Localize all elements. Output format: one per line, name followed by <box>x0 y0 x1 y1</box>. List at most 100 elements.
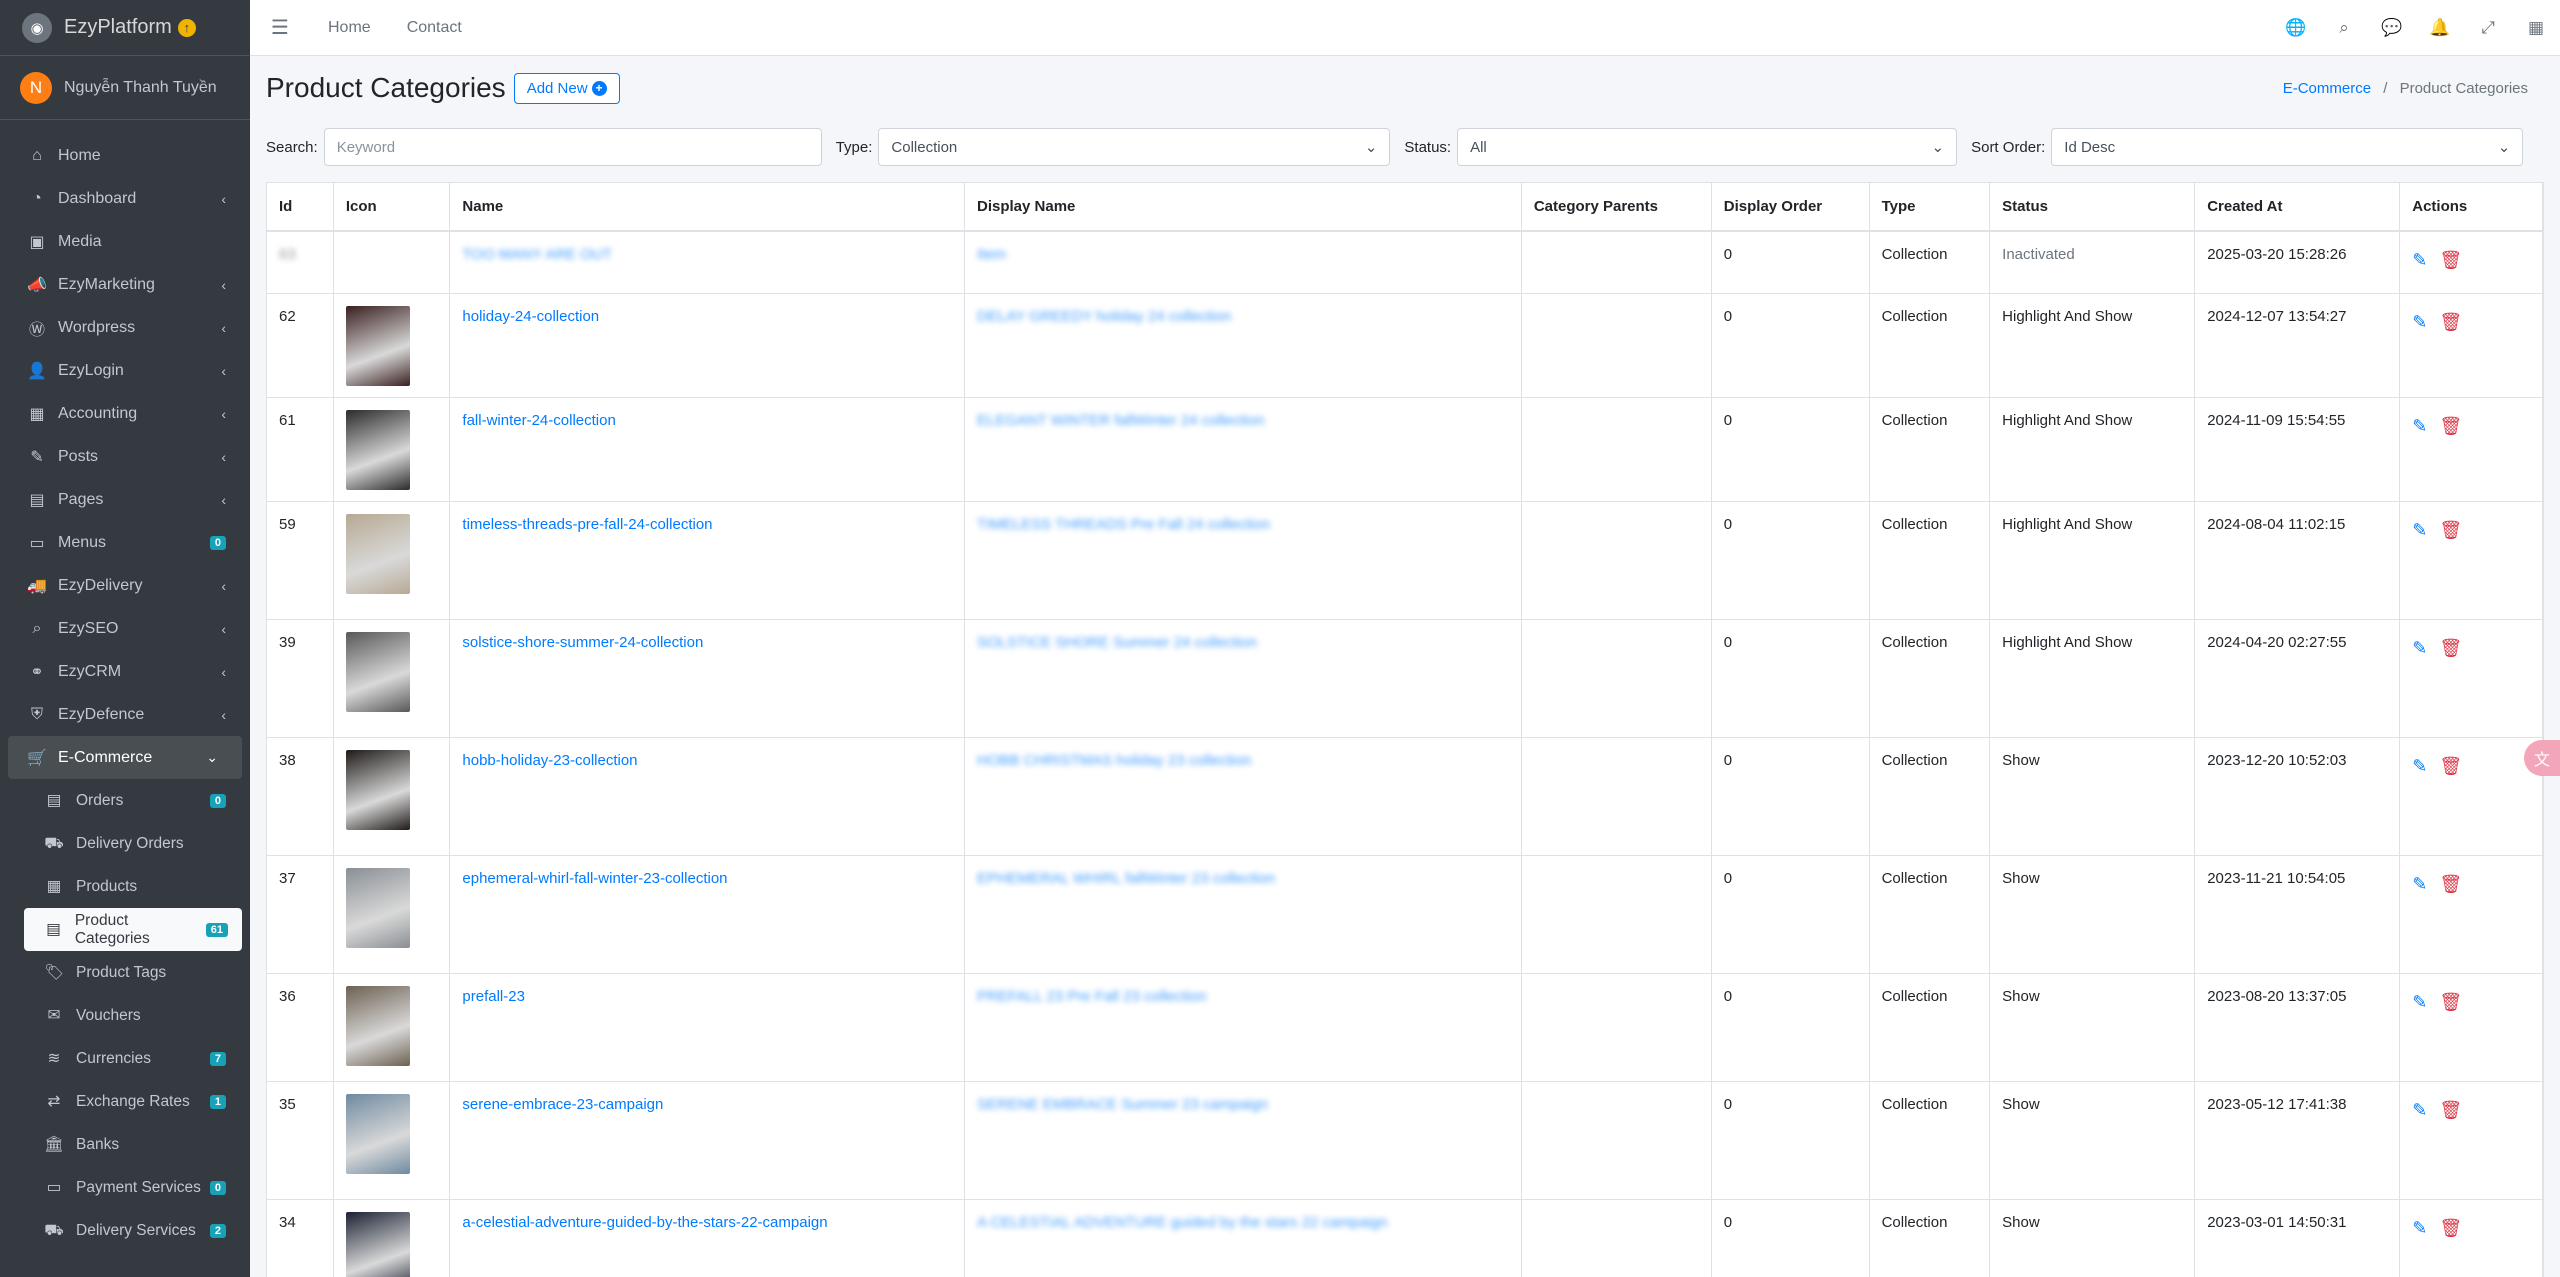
nav-contact-link[interactable]: Contact <box>389 19 480 37</box>
status-select[interactable]: All ⌄ <box>1457 128 1958 166</box>
display-name-link[interactable]: PREFALL 23 Pre Fall 23 collection <box>977 988 1207 1005</box>
globe-icon[interactable]: 🌐 <box>2272 18 2320 38</box>
sidebar-item-ezylogin[interactable]: 👤 EzyLogin ‹ <box>0 349 250 392</box>
user-panel[interactable]: N Nguyễn Thanh Tuyền <box>0 56 250 120</box>
category-name-link[interactable]: fall-winter-24-collection <box>462 412 615 429</box>
sidebar-subitem-products[interactable]: ▦ Products <box>0 865 250 908</box>
sidebar-item-wordpress[interactable]: Ⓦ Wordpress ‹ <box>0 306 250 349</box>
fullscreen-icon[interactable]: ⤢ <box>2464 18 2512 38</box>
hamburger-menu-icon[interactable]: ☰ <box>250 15 310 40</box>
sidebar-item-ezymarketing[interactable]: 📣 EzyMarketing ‹ <box>0 263 250 306</box>
sidebar-subitem-product-tags[interactable]: 🏷 Product Tags <box>0 951 250 994</box>
sidebar-item-home[interactable]: ⌂ Home <box>0 134 250 177</box>
sidebar-item-ezydelivery[interactable]: 🚚 EzyDelivery ‹ <box>0 564 250 607</box>
top-icons: 🌐 ⌕ 💬 🔔 ⤢ ▦ <box>2272 18 2560 38</box>
sidebar-subitem-exchange-rates[interactable]: ⇄ Exchange Rates 1 <box>0 1080 250 1123</box>
sidebar-item-accounting[interactable]: ▦ Accounting ‹ <box>0 392 250 435</box>
bell-icon[interactable]: 🔔 <box>2416 18 2464 38</box>
sidebar-subitem-orders[interactable]: ▤ Orders 0 <box>0 779 250 822</box>
row-id: 35 <box>279 1095 296 1113</box>
category-name-link[interactable]: hobb-holiday-23-collection <box>462 752 637 769</box>
trash-icon[interactable]: 🗑 <box>2439 250 2462 271</box>
display-name-link[interactable]: SERENE EMBRACE Summer 23 campaign <box>977 1096 1268 1113</box>
sidebar-item-dashboard[interactable]: ◔ Dashboard ‹ <box>0 177 250 220</box>
sidebar-subitem-delivery-services[interactable]: ⛟ Delivery Services 2 <box>0 1209 250 1252</box>
brand[interactable]: ◉ EzyPlatform ↑ <box>0 0 250 56</box>
display-name-link[interactable]: Item <box>977 246 1006 263</box>
edit-icon[interactable]: ✎ <box>2412 250 2427 271</box>
category-name-link[interactable]: TOO MANY ARE OUT <box>462 246 611 263</box>
edit-icon[interactable]: ✎ <box>2412 992 2427 1013</box>
sidebar-item-icon: ▤ <box>29 491 45 509</box>
trash-icon[interactable]: 🗑 <box>2439 1100 2462 1121</box>
trash-icon[interactable]: 🗑 <box>2439 756 2462 777</box>
sidebar-subitem-banks[interactable]: 🏛 Banks <box>0 1123 250 1166</box>
column-header-display-name: Display Name <box>964 183 1522 232</box>
sidebar-item-posts[interactable]: ✎ Posts ‹ <box>0 435 250 478</box>
sidebar-item-ezydefence[interactable]: ⛨ EzyDefence ‹ <box>0 693 250 736</box>
edit-icon[interactable]: ✎ <box>2412 520 2427 541</box>
edit-icon[interactable]: ✎ <box>2412 638 2427 659</box>
category-name-link[interactable]: ephemeral-whirl-fall-winter-23-collectio… <box>462 870 727 887</box>
created-at: 2025-03-20 15:28:26 <box>2207 246 2347 263</box>
sidebar-subitem-product-categories[interactable]: ▤ Product Categories 61 <box>24 908 242 951</box>
display-name-link[interactable]: TIMELESS THREADS Pre Fall 24 collection <box>977 516 1270 533</box>
apps-grid-icon[interactable]: ▦ <box>2512 18 2560 38</box>
trash-icon[interactable]: 🗑 <box>2439 416 2462 437</box>
sidebar-item-label: Wordpress <box>58 318 136 336</box>
sidebar-item-pages[interactable]: ▤ Pages ‹ <box>0 478 250 521</box>
category-name-link[interactable]: timeless-threads-pre-fall-24-collection <box>462 516 712 533</box>
category-name-link[interactable]: prefall-23 <box>462 988 525 1005</box>
arrow-up-circle-icon[interactable]: ↑ <box>177 18 196 37</box>
sidebar-subitem-vouchers[interactable]: ✉ Vouchers <box>0 994 250 1037</box>
edit-icon[interactable]: ✎ <box>2412 416 2427 437</box>
edit-icon[interactable]: ✎ <box>2412 1100 2427 1121</box>
trash-icon[interactable]: 🗑 <box>2439 312 2462 333</box>
edit-icon[interactable]: ✎ <box>2412 312 2427 333</box>
display-name-link[interactable]: DELAY GREEDY holiday 24 collection <box>977 308 1231 325</box>
table-body: 63 TOO MANY ARE OUT Item 0 Collection In… <box>267 230 2543 1277</box>
created-at: 2023-08-20 13:37:05 <box>2207 987 2347 1005</box>
edit-icon[interactable]: ✎ <box>2412 874 2427 895</box>
display-name-link[interactable]: SOLSTICE SHORE Summer 24 collection <box>977 634 1257 651</box>
column-header-created-at: Created At <box>2194 183 2401 232</box>
trash-icon[interactable]: 🗑 <box>2439 992 2462 1013</box>
search-icon[interactable]: ⌕ <box>2320 18 2368 38</box>
display-name-link[interactable]: ELEGANT WINTER fallWinter 24 collection <box>977 412 1264 429</box>
sidebar-subitem-payment-services[interactable]: ▭ Payment Services 0 <box>0 1166 250 1209</box>
sidebar-subitem-label: Banks <box>76 1135 120 1153</box>
nav-home-link[interactable]: Home <box>310 19 389 37</box>
messages-icon[interactable]: 💬 <box>2368 18 2416 38</box>
search-input[interactable]: Keyword <box>323 128 822 166</box>
type-select[interactable]: Collection ⌄ <box>878 128 1391 166</box>
column-header-status: Status <box>1989 183 2196 232</box>
breadcrumb-parent-link[interactable]: E-Commerce <box>2283 80 2371 97</box>
trash-icon[interactable]: 🗑 <box>2439 874 2462 895</box>
category-name-link[interactable]: a-celestial-adventure-guided-by-the-star… <box>462 1214 827 1231</box>
trash-icon[interactable]: 🗑 <box>2439 638 2462 659</box>
edit-icon[interactable]: ✎ <box>2412 756 2427 777</box>
display-name-link[interactable]: HOBB CHRISTMAS holiday 23 collection <box>977 752 1251 769</box>
sidebar-item-label: Pages <box>58 490 104 508</box>
category-name-link[interactable]: holiday-24-collection <box>462 308 599 325</box>
sidebar-subitem-currencies[interactable]: ≋ Currencies 7 <box>0 1037 250 1080</box>
sidebar-item-media[interactable]: ▣ Media <box>0 220 250 263</box>
trash-icon[interactable]: 🗑 <box>2439 520 2462 541</box>
sidebar-subitem-icon: ▤ <box>46 921 61 938</box>
trash-icon[interactable]: 🗑 <box>2439 1218 2462 1239</box>
sidebar-item-ezyseo[interactable]: ⌕ EzySEO ‹ <box>0 607 250 650</box>
add-new-button[interactable]: Add New + <box>513 72 620 104</box>
edit-icon[interactable]: ✎ <box>2412 1218 2427 1239</box>
category-name-link[interactable]: serene-embrace-23-campaign <box>462 1096 663 1113</box>
translate-icon[interactable]: 文 <box>2524 740 2560 776</box>
sidebar-item-e-commerce[interactable]: 🛒 E-Commerce ⌄ <box>8 736 242 779</box>
column-header-id: Id <box>267 183 334 232</box>
sidebar-subitem-delivery-orders[interactable]: ⛟ Delivery Orders <box>0 822 250 865</box>
category-name-link[interactable]: solstice-shore-summer-24-collection <box>462 634 703 651</box>
category-image <box>345 631 410 712</box>
sidebar-item-menus[interactable]: ▭ Menus 0 <box>0 521 250 564</box>
display-name-link[interactable]: A CELESTIAL ADVENTURE guided by the star… <box>977 1214 1387 1231</box>
display-name-link[interactable]: EPHEMERAL WHIRL fallWinter 23 collection <box>977 870 1275 887</box>
sidebar-item-ezycrm[interactable]: ⚭ EzyCRM ‹ <box>0 650 250 693</box>
sort-select[interactable]: Id Desc ⌄ <box>2051 128 2524 166</box>
